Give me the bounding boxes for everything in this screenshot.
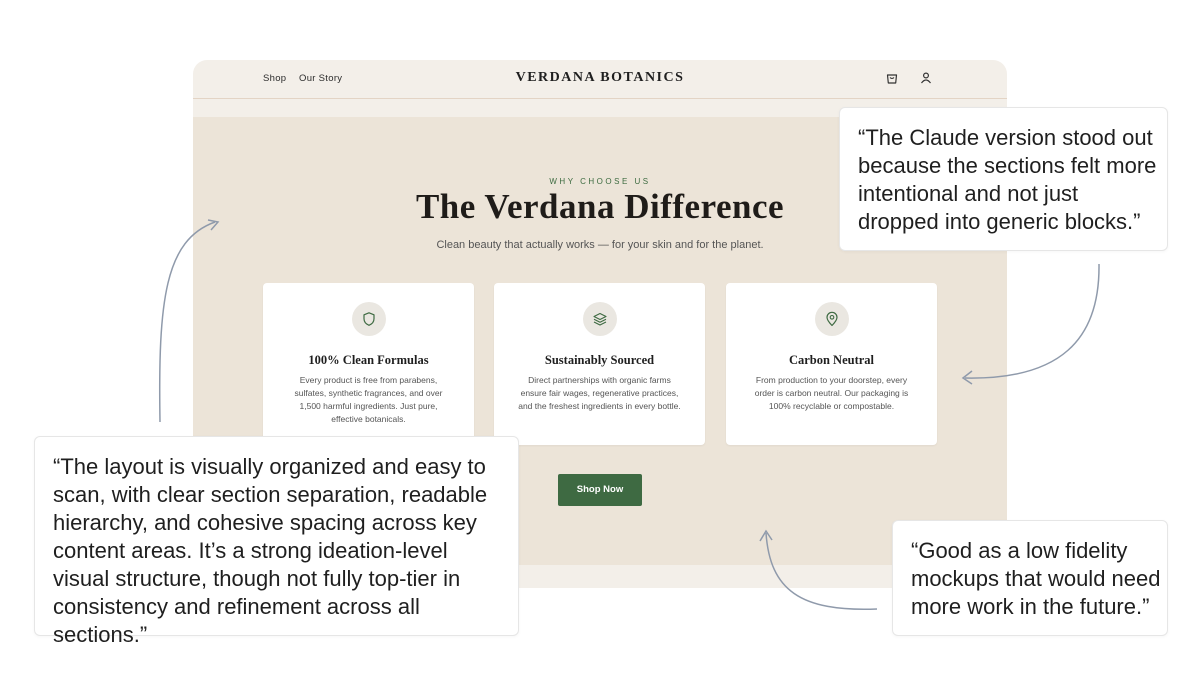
- testimonial-text: “The Claude version stood out because th…: [858, 125, 1157, 234]
- arrow-to-title: [158, 221, 216, 423]
- testimonial-text: “Good as a low fidelity mockups that wou…: [911, 538, 1161, 619]
- testimonial-top-right: “The Claude version stood out because th…: [839, 107, 1168, 251]
- arrow-to-card: [964, 263, 1100, 379]
- testimonial-bottom-right: “Good as a low fidelity mockups that wou…: [892, 520, 1168, 636]
- testimonial-bottom-left: “The layout is visually organized and ea…: [34, 436, 519, 647]
- testimonial-text: “The layout is visually organized and ea…: [53, 454, 488, 647]
- arrow-to-button: [765, 532, 878, 611]
